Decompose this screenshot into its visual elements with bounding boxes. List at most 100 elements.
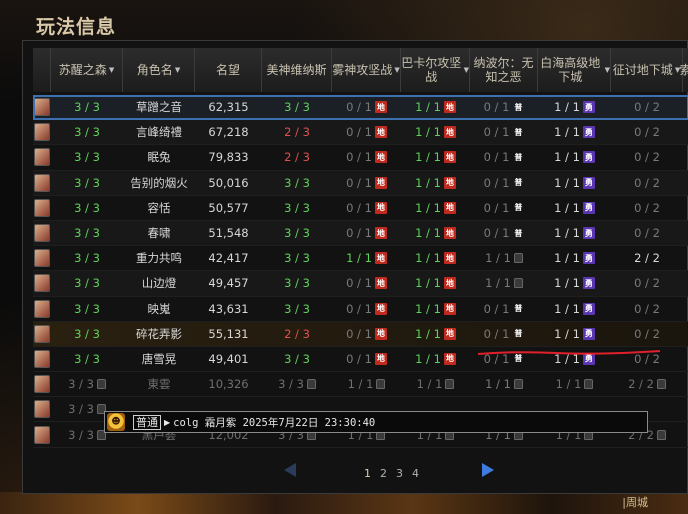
row-avatar-cell [33, 246, 51, 270]
fame-value: 50,577 [195, 196, 262, 220]
whitesea-progress-value: 1 / 1 [554, 276, 580, 291]
crusade-progress-value: 2 / 2 [628, 377, 654, 392]
column-header-1[interactable]: 角色名 ▼ [123, 48, 195, 92]
whitesea-progress: 1 / 1勇 [538, 171, 611, 195]
column-header-9[interactable]: 索 [680, 48, 688, 92]
crusade-progress-value: 0 / 2 [634, 301, 660, 316]
hell-difficulty-icon: 地 [443, 101, 456, 114]
table-row[interactable]: 3 / 3 春啸 51,548 3 / 30 / 1地1 / 1地0 / 1普1 / … [33, 220, 688, 247]
page-number-2[interactable]: 2 [380, 467, 387, 480]
table-row[interactable]: 3 / 3 告别的烟火 50,016 3 / 30 / 1地1 / 1地0 / 1普1… [33, 170, 688, 196]
fame-value: 79,833 [195, 145, 262, 169]
character-name-value: 草蹭之音 [136, 100, 182, 115]
prev-page-arrow-icon[interactable] [284, 463, 296, 477]
sort-arrow-icon[interactable]: ▼ [109, 63, 114, 77]
crusade-progress: 0 / 2 [611, 145, 683, 169]
fog-raid-progress: 0 / 1地 [332, 297, 401, 321]
page-number-3[interactable]: 3 [396, 467, 403, 480]
nabol-progress-value: 0 / 1 [483, 200, 510, 215]
hell-difficulty-icon: 地 [443, 327, 456, 340]
sort-arrow-icon[interactable]: ▼ [175, 63, 180, 77]
column-header-0[interactable]: 苏醒之森 ▼ [51, 48, 123, 92]
forest-progress-value: 3 / 3 [74, 351, 100, 366]
fog-raid-progress-value: 0 / 1 [346, 100, 372, 115]
hell-difficulty-icon: 地 [443, 252, 456, 265]
forest-progress: 3 / 3 [51, 120, 123, 144]
fame-value: 42,417 [195, 246, 262, 270]
sort-arrow-icon[interactable]: ▼ [605, 63, 610, 77]
venus-progress: 3 / 3 [262, 297, 332, 321]
column-header-7[interactable]: 白海高级地下城 ▼ [538, 48, 611, 92]
forest-progress: 3 / 3 [51, 372, 123, 396]
fog-raid-progress-value: 0 / 1 [346, 276, 372, 291]
table-row[interactable]: 3 / 3 言峰绮禮 67,218 2 / 30 / 1地1 / 1地0 / 1普1 … [33, 120, 688, 146]
venus-progress-value: 3 / 3 [278, 377, 304, 392]
bakal-raid-progress-value: 1 / 1 [415, 351, 441, 366]
table-row[interactable]: 3 / 3 映嵬 43,631 3 / 30 / 1地1 / 1地0 / 1普1 / … [33, 297, 688, 322]
fame-value: 50,016 [195, 171, 262, 195]
chat-channel-arrow-icon[interactable]: ▶ [164, 418, 170, 427]
sort-arrow-icon[interactable]: ▼ [394, 63, 399, 77]
fog-raid-progress: 0 / 1地 [332, 271, 401, 295]
crusade-progress-value: 2 / 2 [634, 251, 660, 266]
column-header-8[interactable]: 征讨地下城 ▼ [611, 48, 683, 92]
table-row[interactable]: 3 / 3 山边燈 49,457 3 / 30 / 1地1 / 1地1 / 11 / … [33, 271, 688, 297]
venus-progress: 2 / 3 [262, 322, 332, 346]
column-header-4[interactable]: 雾神攻坚战 ▼ [332, 48, 401, 92]
bakal-raid-progress-value: 1 / 1 [415, 200, 441, 215]
forest-progress-value: 3 / 3 [68, 402, 94, 417]
column-header-3[interactable]: 美神维纳斯 [262, 48, 332, 92]
hell-difficulty-icon: 地 [443, 126, 456, 139]
character-name: 山边燈 [123, 271, 195, 295]
table-row[interactable]: 3 / 3 眠兔 79,833 2 / 30 / 1地1 / 1地0 / 1普1 / … [33, 145, 688, 171]
character-avatar [34, 324, 50, 343]
hell-difficulty-icon: 地 [443, 352, 456, 365]
crusade-progress: 0 / 2 [611, 95, 683, 119]
bakal-raid-progress: 1 / 1地 [401, 145, 470, 169]
fame-value-value: 62,315 [208, 100, 249, 115]
page-number-4[interactable]: 4 [412, 467, 419, 480]
character-name: 草蹭之音 [123, 95, 195, 119]
row-avatar-cell [33, 271, 51, 295]
page-number-1[interactable]: 1 [364, 467, 371, 480]
fog-raid-progress: 1 / 1地 [332, 246, 401, 270]
venus-progress-value: 3 / 3 [284, 100, 310, 115]
chat-message-popup[interactable]: ☻ 普通 ▶ colg 霜月紫 2025年7月22日 23:30:40 [104, 411, 648, 433]
forest-progress: 3 / 3 [51, 196, 123, 220]
forest-progress-value: 3 / 3 [74, 226, 100, 241]
venus-progress: 2 / 3 [262, 120, 332, 144]
normal-difficulty-icon: 普 [514, 228, 523, 238]
character-avatar [34, 349, 50, 368]
hero-difficulty-icon: 勇 [582, 101, 595, 114]
normal-difficulty-icon: 普 [514, 127, 523, 137]
column-header-2[interactable]: 名望 [195, 48, 262, 92]
hell-difficulty-icon: 地 [374, 151, 387, 164]
character-avatar [34, 375, 50, 394]
chat-emoji-icon[interactable]: ☻ [107, 413, 125, 431]
character-name: 唐雪晃 [123, 347, 195, 371]
normal-difficulty-icon: 普 [514, 304, 523, 314]
column-header-5[interactable]: 巴卡尔攻坚战 ▼ [401, 48, 470, 92]
whitesea-progress-value: 1 / 1 [554, 100, 580, 115]
row-avatar-cell [33, 372, 51, 396]
nabol-progress-value: 0 / 1 [483, 150, 510, 165]
bakal-raid-progress-value: 1 / 1 [415, 276, 441, 291]
table-row[interactable]: 3 / 3 東雲 10,326 3 / 3 1 / 1 1 / 1 1 / 1 1 / 1 2 … [33, 372, 688, 398]
chat-channel-tag[interactable]: 普通 [133, 414, 161, 430]
column-header-6[interactable]: 纳波尔：无知之恶 [470, 48, 538, 92]
fame-value: 49,457 [195, 271, 262, 295]
table-row[interactable]: 3 / 3 容恬 50,577 3 / 30 / 1地1 / 1地0 / 1普1 / … [33, 196, 688, 221]
nabol-progress-value: 0 / 1 [483, 301, 510, 316]
nabol-progress-value: 1 / 1 [485, 251, 511, 266]
bakal-raid-progress: 1 / 1 [401, 372, 470, 396]
table-row[interactable]: 3 / 3 重力共鸣 42,417 3 / 31 / 1地1 / 1地1 / 11 /… [33, 246, 688, 272]
sort-arrow-icon[interactable]: ▼ [464, 63, 469, 77]
character-name: 眠兔 [123, 145, 195, 169]
fame-value-value: 55,131 [208, 326, 249, 341]
table-row[interactable]: 3 / 3 碎花弄影 55,131 2 / 30 / 1地1 / 1地0 / 1普1 … [33, 321, 688, 347]
hell-difficulty-icon: 地 [374, 277, 387, 290]
bakal-raid-progress-value: 1 / 1 [415, 326, 441, 341]
nabol-progress-value: 0 / 1 [483, 326, 510, 341]
next-page-arrow-icon[interactable] [482, 463, 494, 477]
table-row[interactable]: 3 / 3 草蹭之音 62,315 3 / 30 / 1地1 / 1地0 / 1普1 … [33, 95, 688, 121]
